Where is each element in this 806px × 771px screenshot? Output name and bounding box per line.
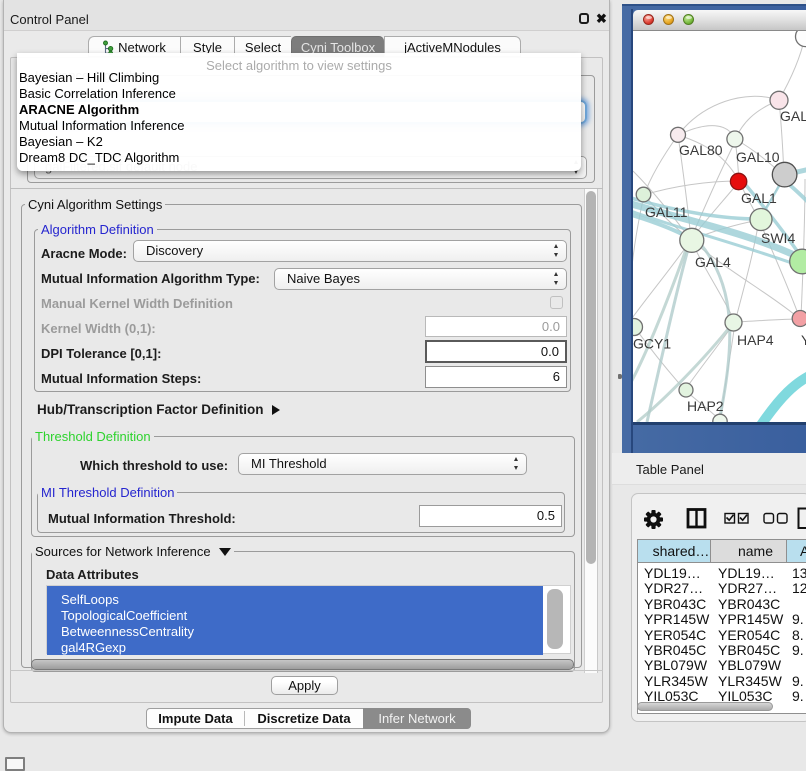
svg-text:GAL11: GAL11: [645, 204, 688, 220]
svg-text:GAL1: GAL1: [741, 190, 777, 206]
svg-text:GAL10: GAL10: [736, 149, 780, 165]
svg-text:GAL: GAL: [780, 108, 806, 124]
svg-text:Y: Y: [801, 332, 806, 348]
svg-text:GAL4: GAL4: [695, 254, 731, 270]
svg-text:GCY1: GCY1: [633, 336, 671, 352]
svg-text:GAL80: GAL80: [679, 142, 723, 158]
svg-text:SWI4: SWI4: [761, 230, 795, 246]
svg-text:HAP4: HAP4: [737, 332, 774, 348]
svg-text:HAP2: HAP2: [687, 398, 724, 414]
